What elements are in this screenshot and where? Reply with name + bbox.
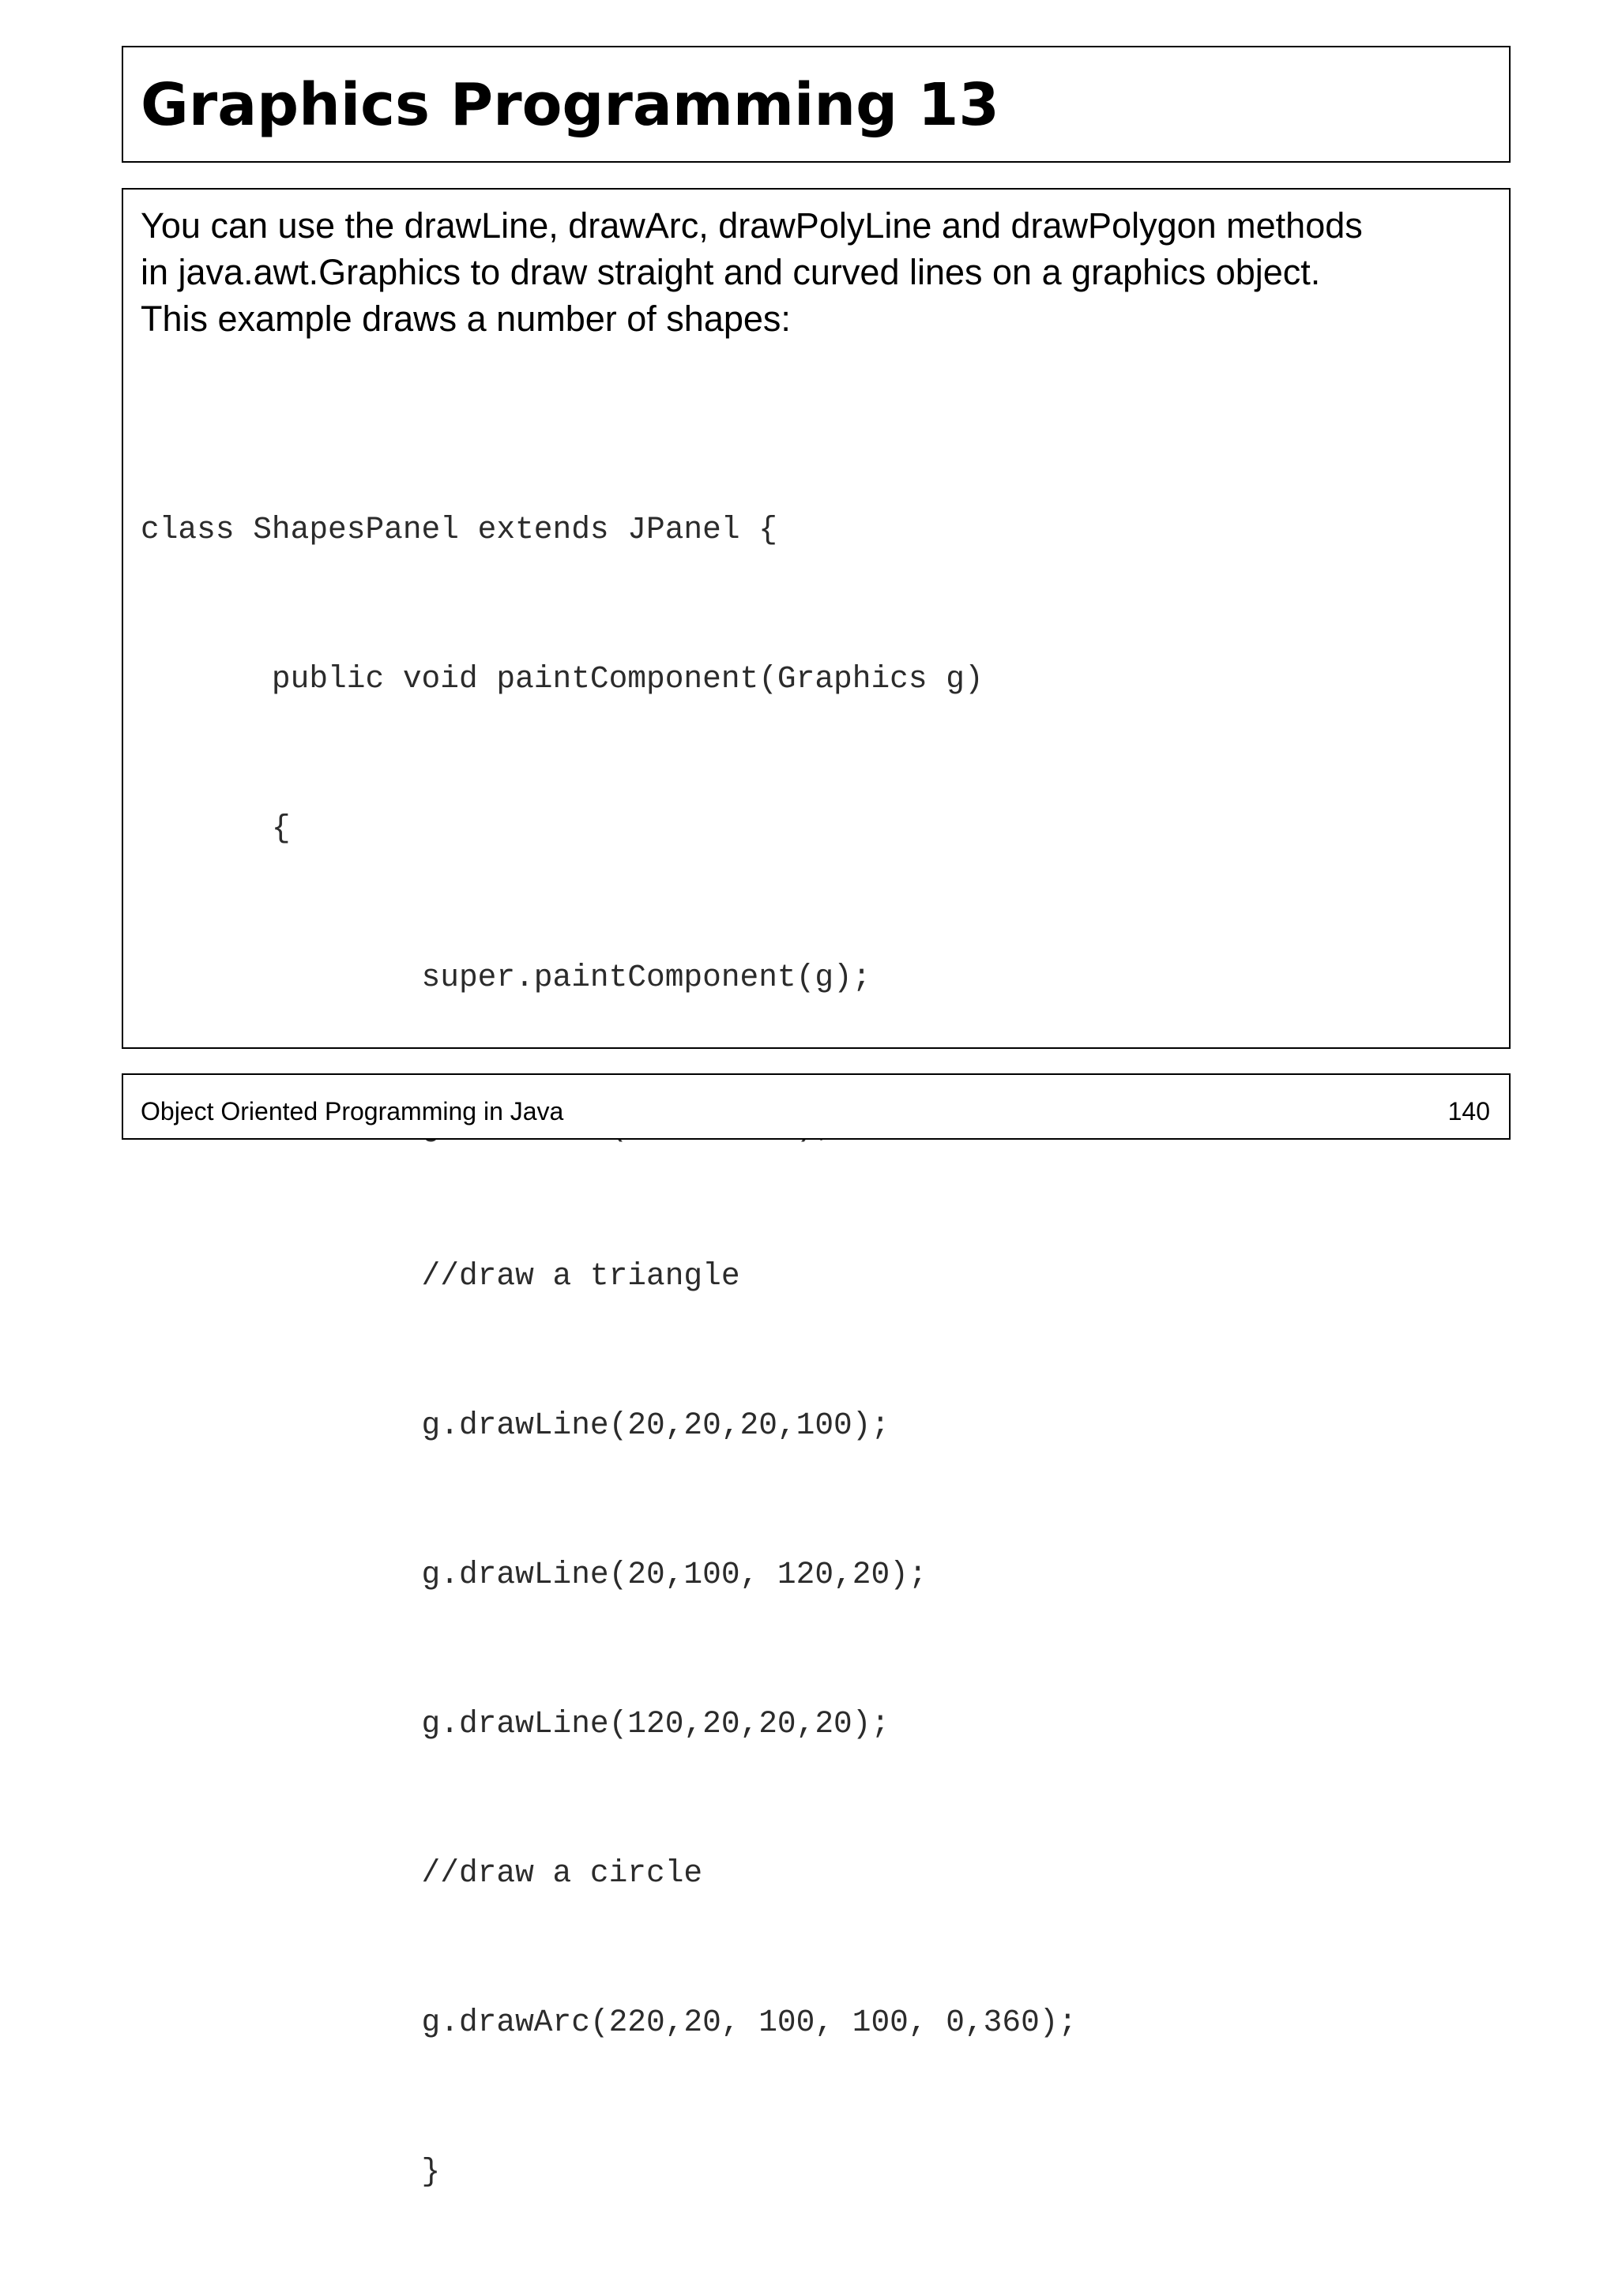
code-line: } <box>141 2154 441 2189</box>
code-line: //draw a circle <box>141 1855 703 1891</box>
code-line: g.drawLine(20,100, 120,20); <box>141 1557 928 1592</box>
code-line: g.drawLine(120,20,20,20); <box>141 1706 890 1742</box>
code-line: public void paintComponent(Graphics g) <box>141 661 984 697</box>
intro-text: You can use the drawLine, drawArc, drawP… <box>141 202 1499 342</box>
code-line: g.drawArc(220,20, 100, 100, 0,360); <box>141 2005 1078 2040</box>
code-line: super.paintComponent(g); <box>141 960 871 995</box>
code-line: { <box>141 810 291 846</box>
code-line: class ShapesPanel extends JPanel { <box>141 512 777 547</box>
content-box: You can use the drawLine, drawArc, drawP… <box>122 188 1511 2189</box>
code-line: //draw a triangle <box>141 1258 740 1294</box>
intro-line: in java.awt.Graphics to draw straight an… <box>141 252 1321 292</box>
slide-title: Graphics Programming 13 <box>141 71 999 139</box>
title-box: Graphics Programming 13 <box>122 46 1511 163</box>
code-block: class ShapesPanel extends JPanel { publi… <box>141 405 1077 2296</box>
intro-line: You can use the drawLine, drawArc, drawP… <box>141 205 1363 246</box>
footer-course-title: Object Oriented Programming in Java <box>141 1097 564 1125</box>
code-line: g.drawLine(20,20,20,100); <box>141 1407 890 1443</box>
page-number: 140 <box>1447 1097 1490 1125</box>
intro-line: This example draws a number of shapes: <box>141 299 791 339</box>
footer-box: Object Oriented Programming in Java 140 <box>122 1073 1511 1140</box>
